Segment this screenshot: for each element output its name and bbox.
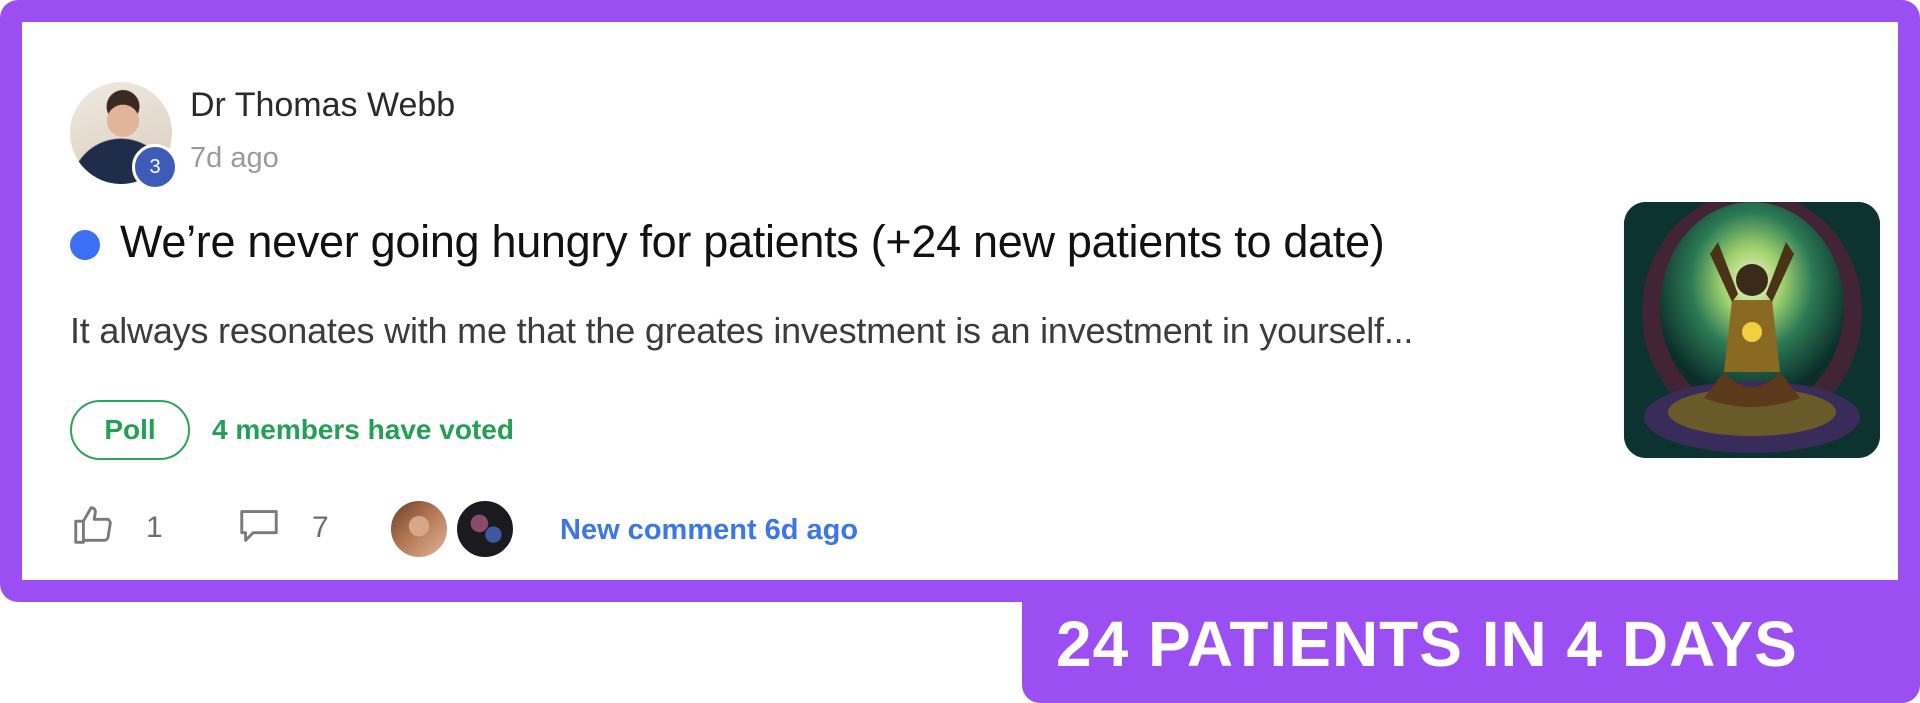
post-excerpt: It always resonates with me that the gre… xyxy=(70,310,1414,351)
results-banner: 24 PATIENTS IN 4 DAYS xyxy=(1022,584,1920,703)
post-thumbnail[interactable] xyxy=(1624,202,1880,458)
poll-vote-count: 4 members have voted xyxy=(212,414,514,445)
author-name[interactable]: Dr Thomas Webb xyxy=(190,86,455,125)
comment-icon xyxy=(236,502,282,553)
unread-indicator xyxy=(70,230,100,260)
comment-button[interactable]: 7 xyxy=(236,502,329,553)
thumbs-up-icon xyxy=(70,502,116,553)
like-button[interactable]: 1 xyxy=(70,502,163,553)
post-timestamp: 7d ago xyxy=(190,142,279,174)
like-count: 1 xyxy=(146,510,163,544)
commenter-avatar[interactable] xyxy=(454,498,516,560)
banner-headline: 24 PATIENTS IN 4 DAYS xyxy=(1056,607,1798,680)
commenter-avatar[interactable] xyxy=(388,498,450,560)
comment-count: 7 xyxy=(312,510,329,544)
author-level-badge: 3 xyxy=(132,144,178,190)
post-title[interactable]: We’re never going hungry for patients (+… xyxy=(120,216,1385,268)
poll-badge[interactable]: Poll xyxy=(70,400,190,460)
post-card[interactable]: 3 Dr Thomas Webb 7d ago We’re never goin… xyxy=(0,0,1920,602)
new-comment-link[interactable]: New comment 6d ago xyxy=(560,514,858,547)
